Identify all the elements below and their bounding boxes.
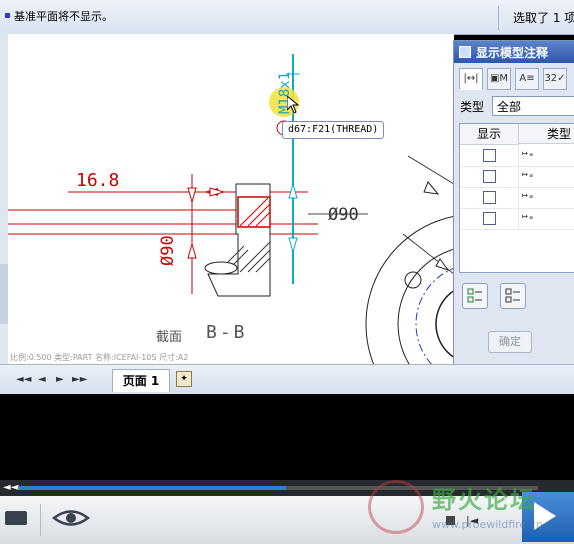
message-bullet-icon xyxy=(5,13,10,18)
seek-progress xyxy=(18,486,286,490)
tab-dimensions[interactable]: |↔| xyxy=(459,68,483,90)
previous-page-button[interactable]: ◄ xyxy=(38,374,46,385)
drawing-status-line: 比例:0.500 类型:PART 名称:ICEFAI-10S 尺寸:A2 xyxy=(10,353,189,362)
dimension-diameter-90-vertical[interactable]: Ø90 xyxy=(158,235,178,266)
first-page-button[interactable]: ◄◄ xyxy=(16,374,31,385)
dimension-type-icon: ↦ₐ xyxy=(522,190,535,201)
section-label: 截面 xyxy=(156,330,183,345)
watermark-url: www.proewildfire.cn xyxy=(432,518,543,531)
type-label: 类型 xyxy=(460,100,485,114)
rewind-icon[interactable]: ◄◄ xyxy=(3,482,18,493)
watermark-name: 野火论坛 xyxy=(432,486,536,514)
drawing-graphics xyxy=(8,54,454,364)
tab-page-1[interactable]: 页面 1 xyxy=(112,369,170,392)
table-row: ↦ₐ xyxy=(460,208,574,230)
table-row: ↦ₐ xyxy=(460,145,574,167)
selection-count: 选取了 1 项 xyxy=(498,6,574,30)
table-row: ↦ₐ xyxy=(460,187,574,209)
show-model-annotations-dialog: 显示模型注释 |↔| ▣M A≡ 32✓ 类型 全部 显示 类型 ↦ₐ ↦ₐ ↦… xyxy=(453,40,574,368)
next-page-button[interactable]: ► xyxy=(56,374,64,385)
show-checkbox[interactable] xyxy=(483,191,496,204)
eye-icon[interactable] xyxy=(51,509,91,527)
annotation-table: 显示 类型 ↦ₐ ↦ₐ ↦ₐ ↦ₐ xyxy=(459,123,574,273)
dimension-diameter-90[interactable]: Ø90 xyxy=(328,205,359,225)
dialog-window-icon xyxy=(459,46,471,58)
last-page-button[interactable]: ►► xyxy=(72,374,87,385)
scroll-handle[interactable] xyxy=(0,264,8,324)
new-page-icon[interactable]: ✦ xyxy=(176,371,192,387)
select-all-button[interactable] xyxy=(462,283,488,309)
dimension-type-icon: ↦ₐ xyxy=(522,148,535,159)
briefcase-icon[interactable] xyxy=(5,511,27,525)
section-name: B-B xyxy=(206,322,248,343)
show-checkbox[interactable] xyxy=(483,212,496,225)
tab-surface-finish[interactable]: 32✓ xyxy=(543,68,567,90)
type-select[interactable]: 全部 xyxy=(492,96,574,116)
column-header-type: 类型 xyxy=(519,124,574,144)
page-tab-bar: ◄◄ ◄ ► ►► 页面 1 ✦ xyxy=(0,364,574,395)
divider xyxy=(40,504,41,536)
show-checkbox[interactable] xyxy=(483,149,496,162)
tab-gtol[interactable]: ▣M xyxy=(487,68,511,90)
table-row: ↦ₐ xyxy=(460,166,574,188)
column-header-show: 显示 xyxy=(460,124,519,145)
dimension-tooltip: d67:F21(THREAD) xyxy=(282,121,385,139)
dialog-title-bar[interactable]: 显示模型注释 xyxy=(454,41,574,63)
dimension-type-icon: ↦ₐ xyxy=(522,169,535,180)
watermark: 野火论坛 www.proewildfire.cn xyxy=(368,478,543,540)
show-checkbox[interactable] xyxy=(483,170,496,183)
drawing-canvas[interactable]: 16.8 Ø90 Ø90 M18x1 截面 B-B 比例:0.500 类型:PA… xyxy=(8,34,454,364)
deselect-all-button[interactable] xyxy=(500,283,526,309)
dimension-type-icon: ↦ₐ xyxy=(522,211,535,222)
ok-button[interactable]: 确定 xyxy=(488,331,532,353)
dimension-16-8[interactable]: 16.8 xyxy=(76,170,119,191)
tab-notes[interactable]: A≡ xyxy=(515,68,539,90)
forum-logo-icon xyxy=(368,480,424,534)
video-area xyxy=(0,394,574,480)
status-message: 基准平面将不显示。 xyxy=(14,10,113,23)
dialog-title: 显示模型注释 xyxy=(476,46,549,60)
message-bar: 基准平面将不显示。 选取了 1 项 xyxy=(0,0,574,35)
